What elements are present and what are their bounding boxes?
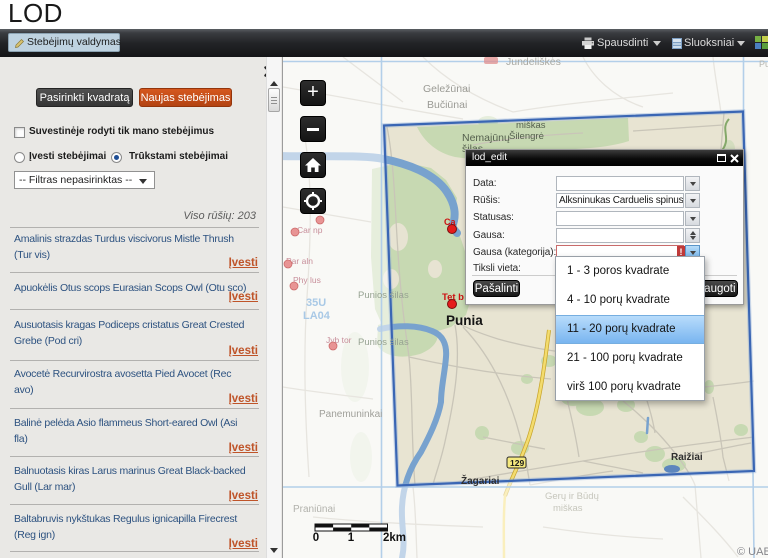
svg-text:Geležūnai: Geležūnai <box>423 83 470 95</box>
svg-text:Praniūnai: Praniūnai <box>293 504 335 515</box>
svg-text:Panemuninkai: Panemuninkai <box>319 409 382 420</box>
svg-text:miškas: miškas <box>553 503 583 514</box>
svg-text:1: 1 <box>348 532 355 544</box>
svg-text:0: 0 <box>313 532 319 544</box>
svg-text:Jundeliškės: Jundeliškės <box>506 57 561 68</box>
svg-text:Punia: Punia <box>446 313 483 328</box>
svg-text:35U: 35U <box>306 297 326 309</box>
svg-text:Pu: Pu <box>759 59 768 69</box>
svg-text:Bučiūnai: Bučiūnai <box>427 99 467 111</box>
svg-text:Gerų ir Būdų: Gerų ir Būdų <box>545 491 599 502</box>
svg-text:Punios šilas: Punios šilas <box>358 290 409 301</box>
svg-text:2km: 2km <box>383 532 406 544</box>
svg-text:Car np: Car np <box>297 225 323 235</box>
svg-text:LA04: LA04 <box>303 310 331 322</box>
svg-text:Žagariai: Žagariai <box>461 474 500 487</box>
svg-text:Punios šilas: Punios šilas <box>358 337 409 348</box>
svg-text:Raižiai: Raižiai <box>671 452 703 463</box>
svg-text:129: 129 <box>510 458 524 468</box>
svg-text:miškas: miškas <box>516 120 546 131</box>
svg-text:© UAB: © UAB <box>737 546 768 558</box>
svg-text:Šilengrė: Šilengrė <box>509 131 544 142</box>
